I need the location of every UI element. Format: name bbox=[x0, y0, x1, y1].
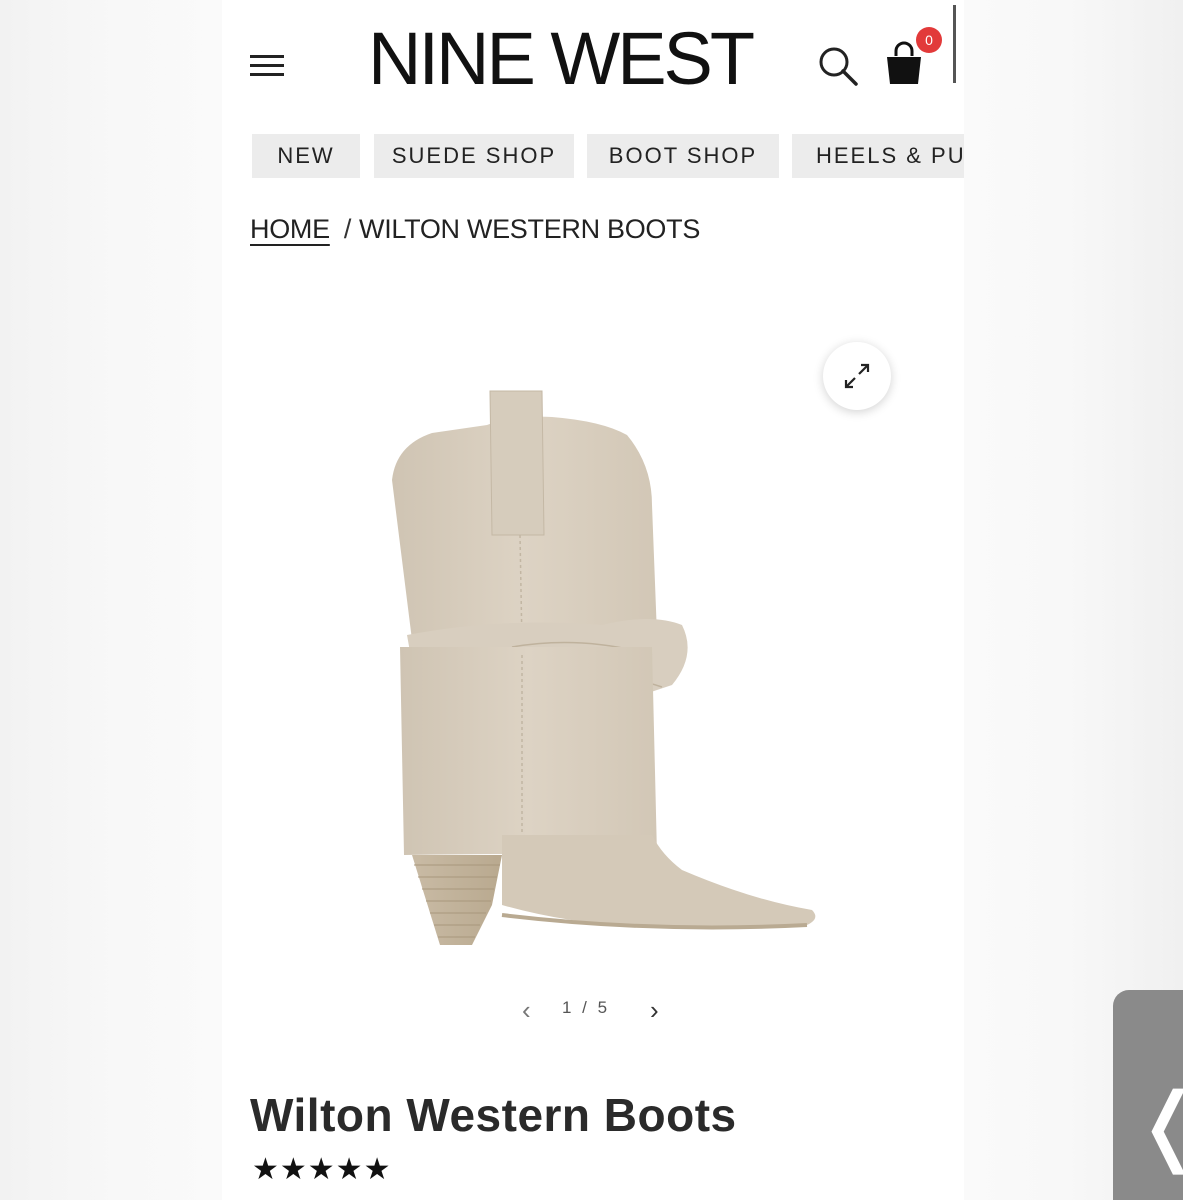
breadcrumb-home-link[interactable]: HOME bbox=[250, 214, 330, 244]
product-title: Wilton Western Boots bbox=[250, 1089, 737, 1141]
side-back-handle[interactable]: ❬ bbox=[1113, 990, 1183, 1200]
mobile-page: NINE WEST 0 NEW SUEDE SHOP BOOT SHOP HEE… bbox=[222, 0, 964, 1200]
product-image[interactable] bbox=[352, 385, 832, 965]
breadcrumb-current: WILTON WESTERN BOOTS bbox=[359, 214, 701, 244]
search-icon[interactable] bbox=[816, 44, 860, 88]
rating-stars[interactable]: ★★★★★ bbox=[252, 1152, 391, 1187]
expand-image-button[interactable] bbox=[823, 342, 891, 410]
chevron-left-icon[interactable]: ‹ bbox=[522, 996, 531, 1024]
expand-icon bbox=[844, 363, 870, 389]
tab-suede-shop[interactable]: SUEDE SHOP bbox=[374, 134, 574, 178]
tab-new[interactable]: NEW bbox=[252, 134, 360, 178]
back-chevron-icon: ❬ bbox=[1133, 1082, 1183, 1168]
breadcrumb: HOME / WILTON WESTERN BOOTS bbox=[250, 214, 700, 245]
menu-icon[interactable] bbox=[250, 55, 284, 77]
tab-boot-shop[interactable]: BOOT SHOP bbox=[587, 134, 779, 178]
gallery-counter: 1 / 5 bbox=[562, 998, 611, 1017]
brand-logo[interactable]: NINE WEST bbox=[368, 22, 755, 96]
breadcrumb-separator: / bbox=[343, 214, 352, 244]
chevron-right-icon[interactable]: › bbox=[650, 996, 659, 1024]
edge-divider bbox=[953, 5, 956, 83]
tab-heels-pumps[interactable]: HEELS & PUMPS bbox=[792, 134, 964, 178]
gallery-pager: ‹ 1 / 5 › bbox=[522, 996, 672, 1026]
cart-count-badge[interactable]: 0 bbox=[916, 27, 942, 53]
